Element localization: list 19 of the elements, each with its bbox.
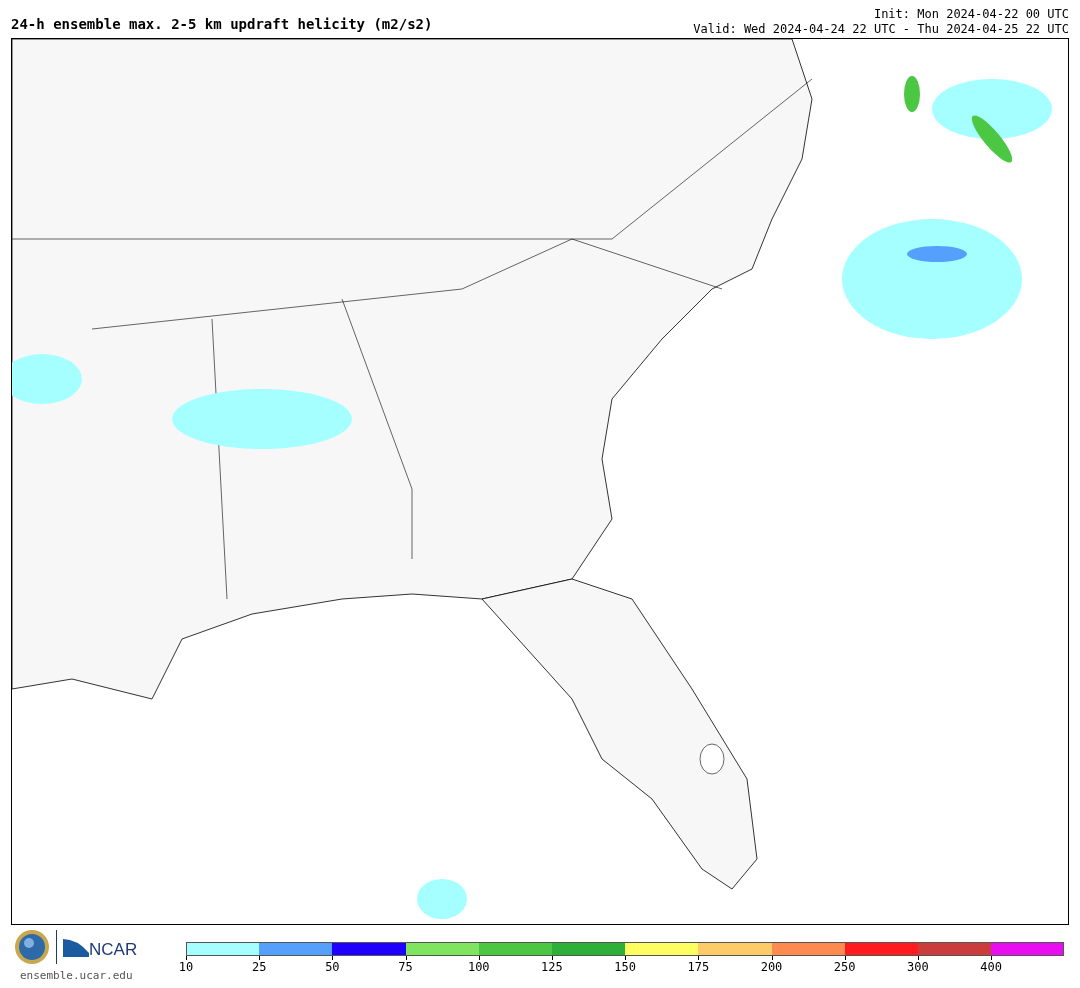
valid-time: Valid: Wed 2024-04-24 22 UTC - Thu 2024-04-25 22 UTC (693, 22, 1069, 37)
init-time: Init: Mon 2024-04-22 00 UTC (873, 7, 1069, 22)
scale-label: 100 (467, 960, 490, 974)
swoosh-logo-icon (63, 937, 89, 957)
scale-label: 250 (833, 960, 856, 974)
scale-label: 125 (541, 960, 563, 974)
scale-label: 400 (980, 960, 1002, 974)
scale-label: 75 (398, 960, 413, 974)
globe-logo-icon (14, 929, 50, 965)
scale-label: 10 (178, 960, 194, 974)
scale-label: 200 (760, 960, 783, 974)
scale-label: 300 (907, 960, 929, 974)
scale-label: 175 (687, 960, 710, 974)
org-logo: NCAR (89, 939, 138, 962)
scale-label: 25 (251, 960, 267, 974)
scale-label: 150 (614, 960, 636, 974)
scale-label: 50 (325, 960, 340, 974)
chart-title: 24-h ensemble max. 2-5 km updraft helicity (m2/s2) (11, 17, 433, 34)
site-url: ensemble.ucar.edu (19, 968, 133, 984)
